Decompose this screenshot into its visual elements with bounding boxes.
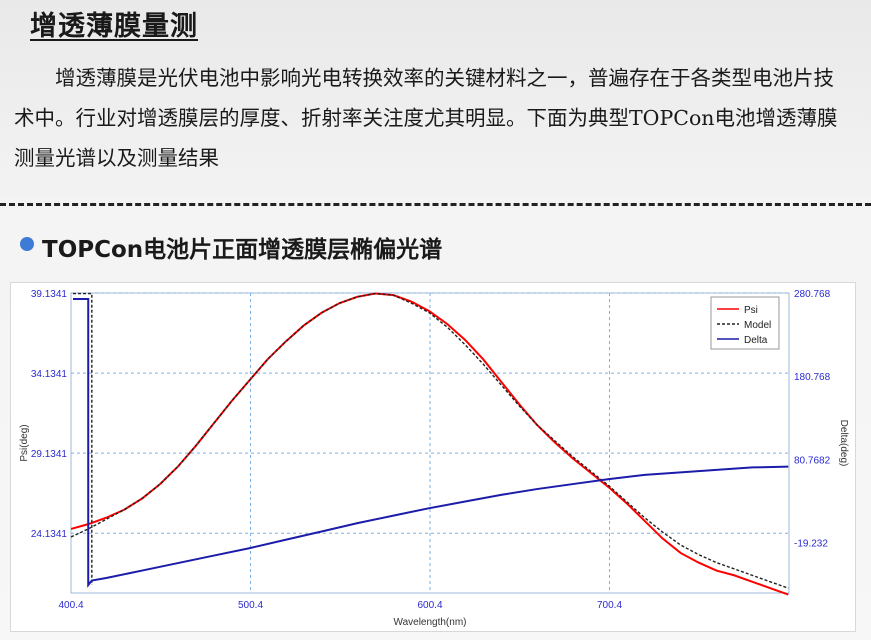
intro-paragraph: 增透薄膜是光伏电池中影响光电转换效率的关键材料之一，普遍存在于各类型电池片技术中… [14, 66, 838, 170]
x-tick-label: 400.4 [58, 600, 83, 611]
y-tick-label: 24.1341 [31, 529, 68, 540]
x-tick-label: 600.4 [417, 600, 442, 611]
y2-tick-label: 180.768 [794, 372, 831, 383]
y2-axis-label: Delta(deg) [838, 420, 849, 467]
section-divider [0, 203, 871, 206]
series-line-delta [73, 298, 789, 588]
y2-tick-label: 80.7682 [794, 455, 831, 466]
chart-panel: 400.4 500.4 600.4 700.4 24.1341 29.1341 34.134… [10, 282, 856, 632]
y-axis-label: Psi(deg) [19, 424, 30, 461]
y-tick-label: 39.1341 [31, 289, 68, 300]
y2-tick-label: -19.232 [794, 538, 828, 549]
y2-tick-label: 280.768 [794, 289, 831, 300]
header-title: 增透薄膜量测 [30, 11, 198, 42]
legend-label-delta: Delta [744, 335, 768, 346]
bullet-icon [20, 237, 34, 251]
y-tick-label: 34.1341 [31, 369, 68, 380]
y-tick-label: 29.1341 [31, 449, 68, 460]
ellipsometry-chart: 400.4 500.4 600.4 700.4 24.1341 29.1341 34.134… [19, 289, 849, 628]
x-tick-label: 700.4 [597, 600, 622, 611]
legend-label-model: Model [744, 320, 771, 331]
legend-label-psi: Psi [744, 305, 758, 316]
x-tick-label: 500.4 [238, 600, 263, 611]
section-title: TOPCon电池片正面增透膜层椭偏光谱 [42, 237, 443, 263]
x-axis-label: Wavelength(nm) [394, 617, 467, 628]
